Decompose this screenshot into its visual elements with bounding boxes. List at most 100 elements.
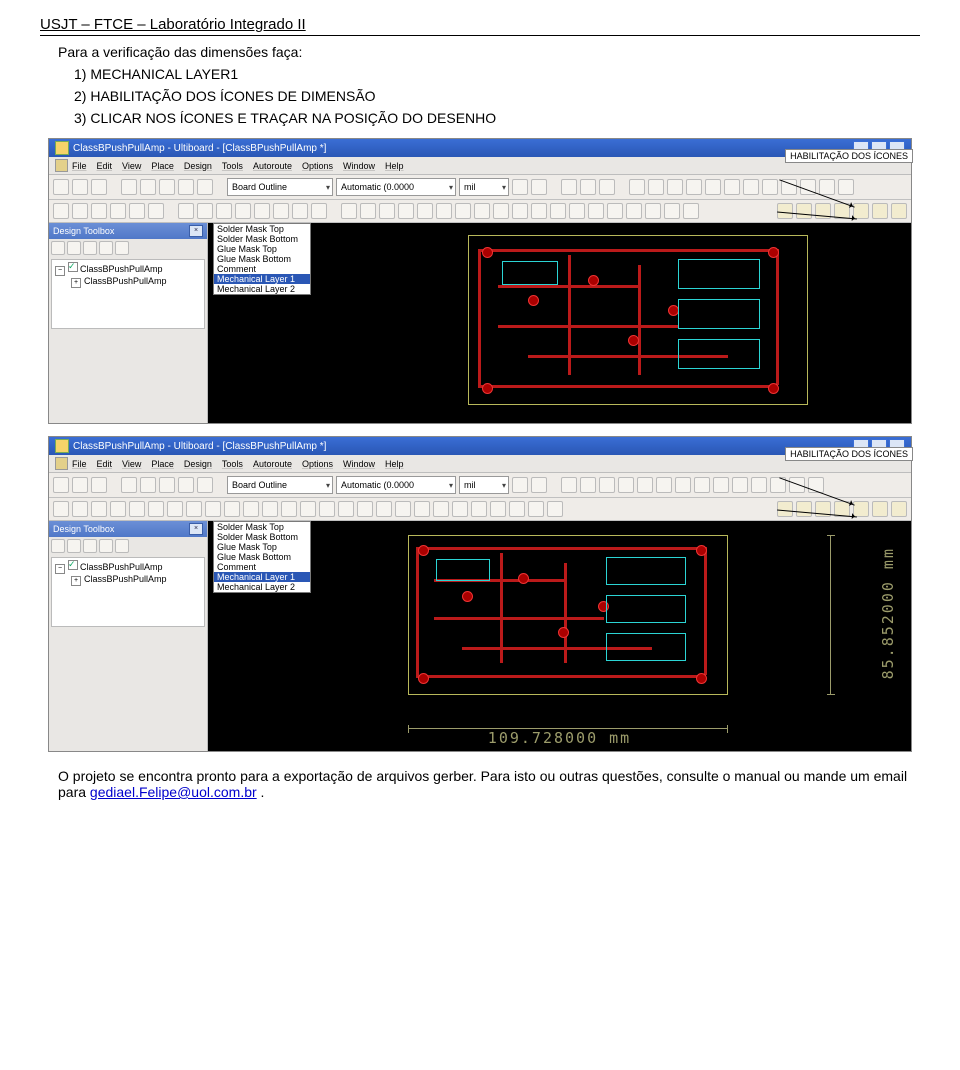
toolbar-button[interactable] — [490, 501, 506, 517]
toolbar-1[interactable]: Board Outline Automatic (0.0000 mil HABI… — [49, 175, 911, 200]
layer-dropdown[interactable]: Board Outline — [227, 476, 333, 494]
coord-dropdown[interactable]: Automatic (0.0000 — [336, 476, 456, 494]
toolbar-button[interactable] — [599, 179, 615, 195]
toolbar-button[interactable] — [626, 203, 642, 219]
toolbar-button[interactable] — [167, 501, 183, 517]
toolbar-button[interactable] — [433, 501, 449, 517]
layer-item[interactable]: Solder Mask Top — [214, 522, 310, 532]
toolbar-button[interactable] — [319, 501, 335, 517]
menu-options[interactable]: Options — [302, 161, 333, 171]
design-canvas[interactable] — [208, 223, 911, 423]
toolbar-button[interactable] — [281, 501, 297, 517]
toolbar-button[interactable] — [197, 477, 213, 493]
toolbar-button[interactable] — [588, 203, 604, 219]
menu-edit[interactable]: Edit — [97, 459, 113, 469]
toolbar-button[interactable] — [528, 501, 544, 517]
layer-list[interactable]: Solder Mask Top Solder Mask Bottom Glue … — [213, 223, 311, 295]
layer-item[interactable]: Glue Mask Bottom — [214, 254, 310, 264]
menu-file[interactable]: File — [72, 161, 87, 171]
dimension-icon[interactable] — [891, 203, 907, 219]
toolbar-button[interactable] — [379, 203, 395, 219]
toolbar-button[interactable] — [205, 501, 221, 517]
toolbar-button[interactable] — [512, 179, 528, 195]
toolbar-button[interactable] — [357, 501, 373, 517]
toolbar-button[interactable] — [667, 179, 683, 195]
toolbar-button[interactable] — [53, 203, 69, 219]
menu-view[interactable]: View — [122, 161, 141, 171]
toolbar-button[interactable] — [550, 203, 566, 219]
toolbar-button[interactable] — [580, 179, 596, 195]
toolbar-button[interactable] — [531, 203, 547, 219]
menu-options[interactable]: Options — [302, 459, 333, 469]
toolbar-button[interactable] — [637, 477, 653, 493]
unit-dropdown[interactable]: mil — [459, 476, 509, 494]
toolbar-button[interactable] — [607, 203, 623, 219]
toolbar-button[interactable] — [732, 477, 748, 493]
toolbar-button[interactable] — [561, 179, 577, 195]
toolbar-button[interactable] — [512, 477, 528, 493]
toolbar-button[interactable] — [599, 477, 615, 493]
coord-dropdown[interactable]: Automatic (0.0000 — [336, 178, 456, 196]
toolbar-button[interactable] — [178, 203, 194, 219]
menu-help[interactable]: Help — [385, 161, 404, 171]
toolbar-button[interactable] — [140, 477, 156, 493]
toolbar-button[interactable] — [724, 179, 740, 195]
toolbar-button[interactable] — [762, 179, 778, 195]
toolbar-button[interactable] — [675, 477, 691, 493]
toolbar-button[interactable] — [645, 203, 661, 219]
toolbar-button[interactable] — [713, 477, 729, 493]
toolbar-button[interactable] — [705, 179, 721, 195]
toolbar-button[interactable] — [91, 179, 107, 195]
layer-item[interactable]: Glue Mask Top — [214, 244, 310, 254]
menu-tools[interactable]: Tools — [222, 161, 243, 171]
toolbar-button[interactable] — [471, 501, 487, 517]
toolbar-button[interactable] — [338, 501, 354, 517]
toolbar-button[interactable] — [129, 501, 145, 517]
toolbar-button[interactable] — [197, 203, 213, 219]
toolbar-button[interactable] — [341, 203, 357, 219]
toolbar-button[interactable] — [531, 477, 547, 493]
toolbar-button[interactable] — [186, 501, 202, 517]
toolbar-button[interactable] — [91, 203, 107, 219]
toolbar-button[interactable] — [686, 179, 702, 195]
menu-design[interactable]: Design — [184, 161, 212, 171]
layer-item[interactable]: Solder Mask Bottom — [214, 234, 310, 244]
toolbar-button[interactable] — [819, 179, 835, 195]
toolbar-button[interactable] — [254, 203, 270, 219]
toolbar-button[interactable] — [110, 203, 126, 219]
menu-help[interactable]: Help — [385, 459, 404, 469]
toolbar-button[interactable] — [561, 477, 577, 493]
toolbar-button[interactable] — [376, 501, 392, 517]
toolbar-button[interactable] — [72, 477, 88, 493]
dimension-icon[interactable] — [796, 501, 812, 517]
toolbar-button[interactable] — [91, 501, 107, 517]
toolbar-button[interactable] — [121, 179, 137, 195]
menu-place[interactable]: Place — [151, 459, 174, 469]
toolbar-button[interactable] — [91, 477, 107, 493]
toolbar-button[interactable] — [414, 501, 430, 517]
toolbar-button[interactable] — [664, 203, 680, 219]
toolbox-toolbar[interactable] — [49, 239, 207, 257]
project-tree[interactable]: −ClassBPushPullAmp +ClassBPushPullAmp — [51, 557, 205, 627]
toolbar-button[interactable] — [178, 477, 194, 493]
toolbar-button[interactable] — [72, 501, 88, 517]
toolbar-button[interactable] — [629, 179, 645, 195]
toolbar-button[interactable] — [292, 203, 308, 219]
toolbar-button[interactable] — [656, 477, 672, 493]
close-icon[interactable]: × — [189, 523, 203, 535]
toolbar-button[interactable] — [743, 179, 759, 195]
menubar[interactable]: File Edit View Place Design Tools Autoro… — [72, 459, 404, 469]
toolbar-button[interactable] — [569, 203, 585, 219]
toolbar-button[interactable] — [72, 203, 88, 219]
toolbar-button[interactable] — [262, 501, 278, 517]
toolbar-button[interactable] — [148, 203, 164, 219]
toolbar-button[interactable] — [580, 477, 596, 493]
dimension-icon[interactable] — [891, 501, 907, 517]
toolbar-button[interactable] — [398, 203, 414, 219]
email-link[interactable]: gediael.Felipe@uol.com.br — [90, 784, 257, 800]
menu-file[interactable]: File — [72, 459, 87, 469]
toolbox-toolbar[interactable] — [49, 537, 207, 555]
toolbar-button[interactable] — [509, 501, 525, 517]
project-tree[interactable]: −ClassBPushPullAmp +ClassBPushPullAmp — [51, 259, 205, 329]
toolbar-button[interactable] — [53, 477, 69, 493]
